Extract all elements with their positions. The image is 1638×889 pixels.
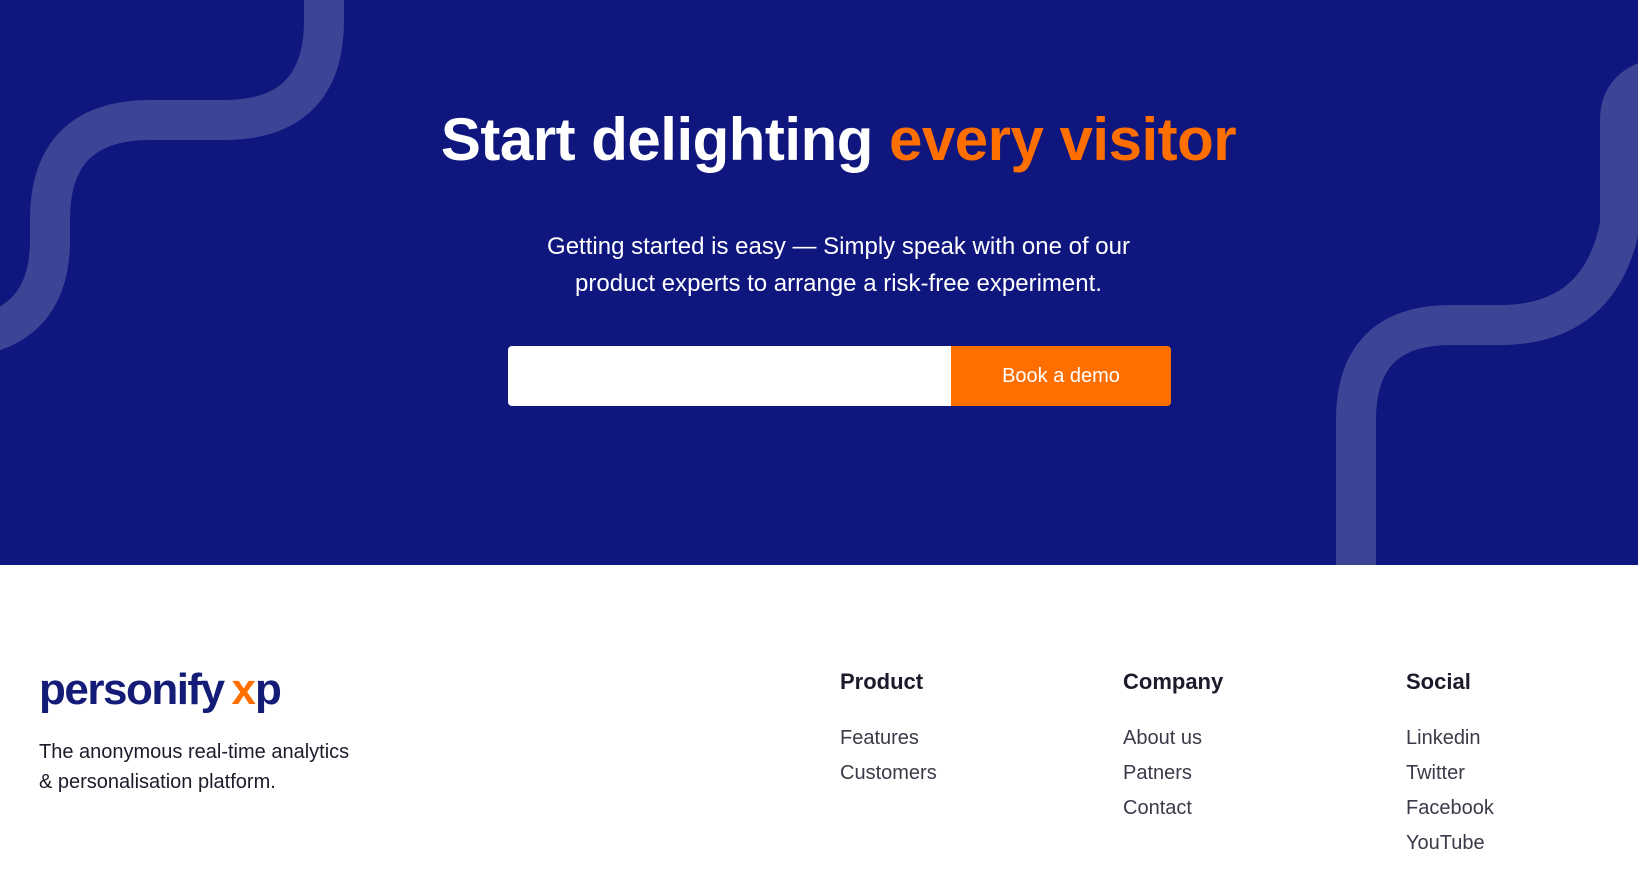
tagline-line-2: & personalisation platform. (39, 771, 276, 793)
footer-link-partners[interactable]: Patners (1123, 756, 1223, 791)
logo-xp-x: x (231, 665, 257, 714)
footer-link-linkedin[interactable]: Linkedin (1406, 721, 1494, 756)
cta-hero-section: Start delighting every visitor Getting s… (0, 0, 1638, 565)
logo-brand-text: personify (39, 665, 225, 714)
logo-xp-mark: xp (231, 665, 282, 715)
logo-xp-p: p (255, 665, 282, 714)
footer-column-company: Company About us Patners Contact (1123, 667, 1223, 826)
personify-xp-logo[interactable]: personify xp (39, 665, 282, 719)
book-demo-form: Book a demo (508, 346, 1171, 406)
footer-link-youtube[interactable]: YouTube (1406, 826, 1494, 861)
subtext-line-1: Getting started is easy — Simply speak w… (547, 233, 1130, 260)
hero-subtext: Getting started is easy — Simply speak w… (480, 228, 1197, 302)
footer-heading-company: Company (1123, 669, 1224, 694)
headline-main-text: Start delighting (440, 106, 873, 173)
footer-link-twitter[interactable]: Twitter (1406, 756, 1494, 791)
footer-heading-social: Social (1406, 669, 1471, 694)
footer-link-features[interactable]: Features (840, 721, 937, 756)
footer-link-contact[interactable]: Contact (1123, 791, 1223, 826)
footer-link-facebook[interactable]: Facebook (1406, 791, 1494, 826)
footer-tagline: The anonymous real-time analytics & pers… (39, 737, 399, 797)
hero-headline: Start delighting every visitor (0, 105, 1638, 174)
site-footer: personify xp The anonymous real-time ana… (0, 565, 1638, 889)
email-input[interactable] (508, 346, 951, 406)
footer-link-customers[interactable]: Customers (840, 756, 937, 791)
book-demo-button[interactable]: Book a demo (951, 346, 1171, 406)
footer-heading-product: Product (840, 669, 924, 694)
footer-column-social: Social Linkedin Twitter Facebook YouTube (1406, 667, 1494, 861)
tagline-line-1: The anonymous real-time analytics (39, 741, 350, 763)
footer-column-product: Product Features Customers (840, 667, 937, 791)
headline-accent-text: every visitor (889, 106, 1237, 173)
subtext-line-2: product experts to arrange a risk-free e… (575, 270, 1102, 297)
footer-link-about-us[interactable]: About us (1123, 721, 1223, 756)
